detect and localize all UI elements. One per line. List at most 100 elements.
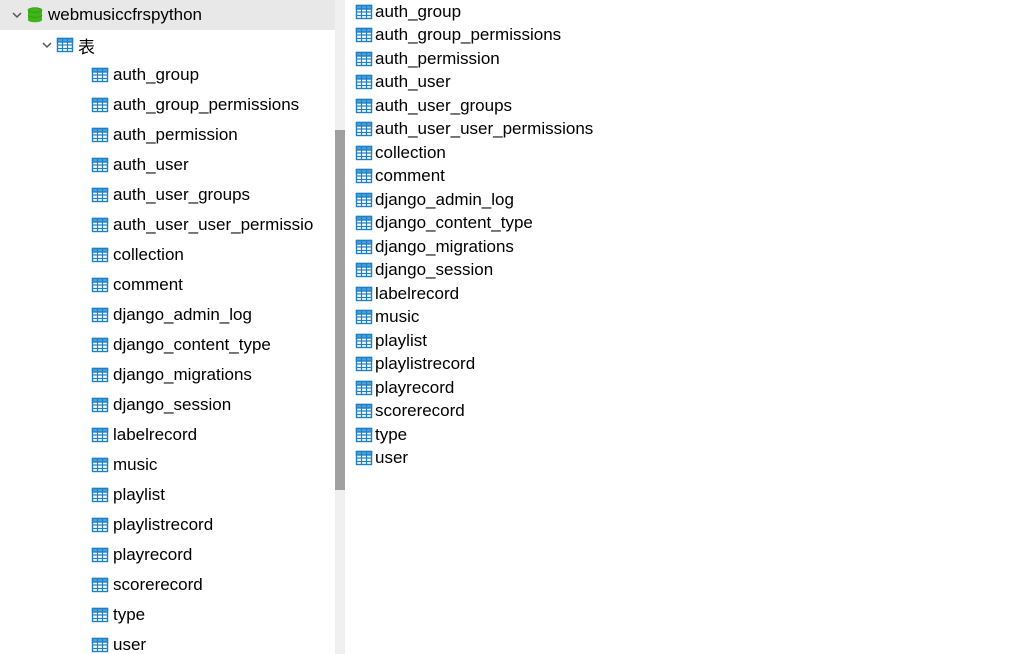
table-icon <box>91 96 109 114</box>
list-item-table[interactable]: user <box>345 447 1024 471</box>
tree-item-table[interactable]: type <box>0 600 345 630</box>
tree-item-table[interactable]: user <box>0 630 345 654</box>
table-icon <box>355 120 373 138</box>
list-item-table[interactable]: scorerecord <box>345 400 1024 424</box>
list-item-label: django_content_type <box>375 213 533 233</box>
tree-item-label: auth_group <box>113 65 199 85</box>
list-item-table[interactable]: auth_group_permissions <box>345 24 1024 48</box>
table-icon <box>91 336 109 354</box>
table-icon <box>355 332 373 350</box>
tree-item-table[interactable]: auth_user_groups <box>0 180 345 210</box>
table-icon <box>91 516 109 534</box>
chevron-down-icon[interactable] <box>10 9 24 23</box>
tree-item-table[interactable]: django_migrations <box>0 360 345 390</box>
tree-item-label: 表 <box>78 33 95 58</box>
tree-item-table[interactable]: auth_permission <box>0 120 345 150</box>
list-item-label: playlistrecord <box>375 354 475 374</box>
list-item-table[interactable]: django_admin_log <box>345 188 1024 212</box>
table-icon <box>355 355 373 373</box>
list-item-table[interactable]: comment <box>345 165 1024 189</box>
table-icon <box>91 546 109 564</box>
table-icon <box>91 606 109 624</box>
list-item-label: auth_permission <box>375 49 500 69</box>
table-folder-icon <box>56 36 74 54</box>
list-item-table[interactable]: django_content_type <box>345 212 1024 236</box>
tree-item-label: playlistrecord <box>113 515 213 535</box>
tree-item-table[interactable]: auth_user <box>0 150 345 180</box>
list-item-table[interactable]: music <box>345 306 1024 330</box>
table-icon <box>91 156 109 174</box>
scrollbar-thumb[interactable] <box>335 130 345 490</box>
list-item-label: labelrecord <box>375 284 459 304</box>
list-item-label: auth_group <box>375 2 461 22</box>
tables-listing-panel: auth_group auth_group_permissions auth_p… <box>345 0 1024 654</box>
list-item-label: auth_user_groups <box>375 96 512 116</box>
tree-item-label: playrecord <box>113 545 192 565</box>
list-item-label: user <box>375 448 408 468</box>
table-icon <box>355 238 373 256</box>
list-item-label: auth_user <box>375 72 451 92</box>
tree-item-label: comment <box>113 275 183 295</box>
database-icon <box>26 6 44 24</box>
table-icon <box>91 456 109 474</box>
list-item-label: django_admin_log <box>375 190 514 210</box>
list-item-table[interactable]: django_session <box>345 259 1024 283</box>
table-icon <box>355 214 373 232</box>
table-icon <box>91 186 109 204</box>
tree-item-table[interactable]: labelrecord <box>0 420 345 450</box>
list-item-label: comment <box>375 166 445 186</box>
tree-item-label: auth_permission <box>113 125 238 145</box>
table-icon <box>91 216 109 234</box>
list-item-table[interactable]: auth_user_user_permissions <box>345 118 1024 142</box>
table-icon <box>91 576 109 594</box>
tree-scrollbar[interactable] <box>335 0 345 654</box>
tree-item-table[interactable]: scorerecord <box>0 570 345 600</box>
table-icon <box>355 308 373 326</box>
list-item-table[interactable]: collection <box>345 141 1024 165</box>
tree-item-label: auth_group_permissions <box>113 95 299 115</box>
tree-item-database[interactable]: webmusiccfrspython <box>0 0 345 30</box>
tree-item-label: django_migrations <box>113 365 252 385</box>
tree-item-table[interactable]: django_admin_log <box>0 300 345 330</box>
table-icon <box>355 261 373 279</box>
table-icon <box>355 426 373 444</box>
database-tree-panel: webmusiccfrspython 表 auth_group <box>0 0 345 654</box>
tree-item-table[interactable]: django_session <box>0 390 345 420</box>
table-icon <box>355 285 373 303</box>
tree-item-tables-folder[interactable]: 表 <box>0 30 345 60</box>
list-item-table[interactable]: auth_permission <box>345 47 1024 71</box>
list-item-table[interactable]: auth_user_groups <box>345 94 1024 118</box>
tree-item-label: scorerecord <box>113 575 203 595</box>
tree-item-table[interactable]: music <box>0 450 345 480</box>
list-item-table[interactable]: django_migrations <box>345 235 1024 259</box>
table-icon <box>355 379 373 397</box>
tree-item-label: collection <box>113 245 184 265</box>
table-icon <box>91 426 109 444</box>
table-icon <box>91 486 109 504</box>
tree-item-label: playlist <box>113 485 165 505</box>
tree-item-table[interactable]: playlistrecord <box>0 510 345 540</box>
list-item-table[interactable]: playrecord <box>345 376 1024 400</box>
list-item-label: django_session <box>375 260 493 280</box>
tree-item-table[interactable]: auth_group <box>0 60 345 90</box>
tree-item-table[interactable]: django_content_type <box>0 330 345 360</box>
list-item-table[interactable]: auth_user <box>345 71 1024 95</box>
list-item-label: music <box>375 307 419 327</box>
tree-item-table[interactable]: playrecord <box>0 540 345 570</box>
list-item-table[interactable]: playlistrecord <box>345 353 1024 377</box>
list-item-table[interactable]: auth_group <box>345 0 1024 24</box>
list-item-table[interactable]: type <box>345 423 1024 447</box>
tree-item-label: auth_user_groups <box>113 185 250 205</box>
tree-item-label: auth_user_user_permissio <box>113 215 313 235</box>
tree-item-table[interactable]: comment <box>0 270 345 300</box>
chevron-down-icon[interactable] <box>40 39 54 53</box>
tree-item-label: webmusiccfrspython <box>48 5 202 25</box>
list-item-table[interactable]: labelrecord <box>345 282 1024 306</box>
list-item-table[interactable]: playlist <box>345 329 1024 353</box>
list-item-label: playrecord <box>375 378 454 398</box>
tree-item-table[interactable]: playlist <box>0 480 345 510</box>
tree-item-table[interactable]: auth_group_permissions <box>0 90 345 120</box>
tree-item-label: django_session <box>113 395 231 415</box>
tree-item-table[interactable]: collection <box>0 240 345 270</box>
tree-item-table[interactable]: auth_user_user_permissio <box>0 210 345 240</box>
